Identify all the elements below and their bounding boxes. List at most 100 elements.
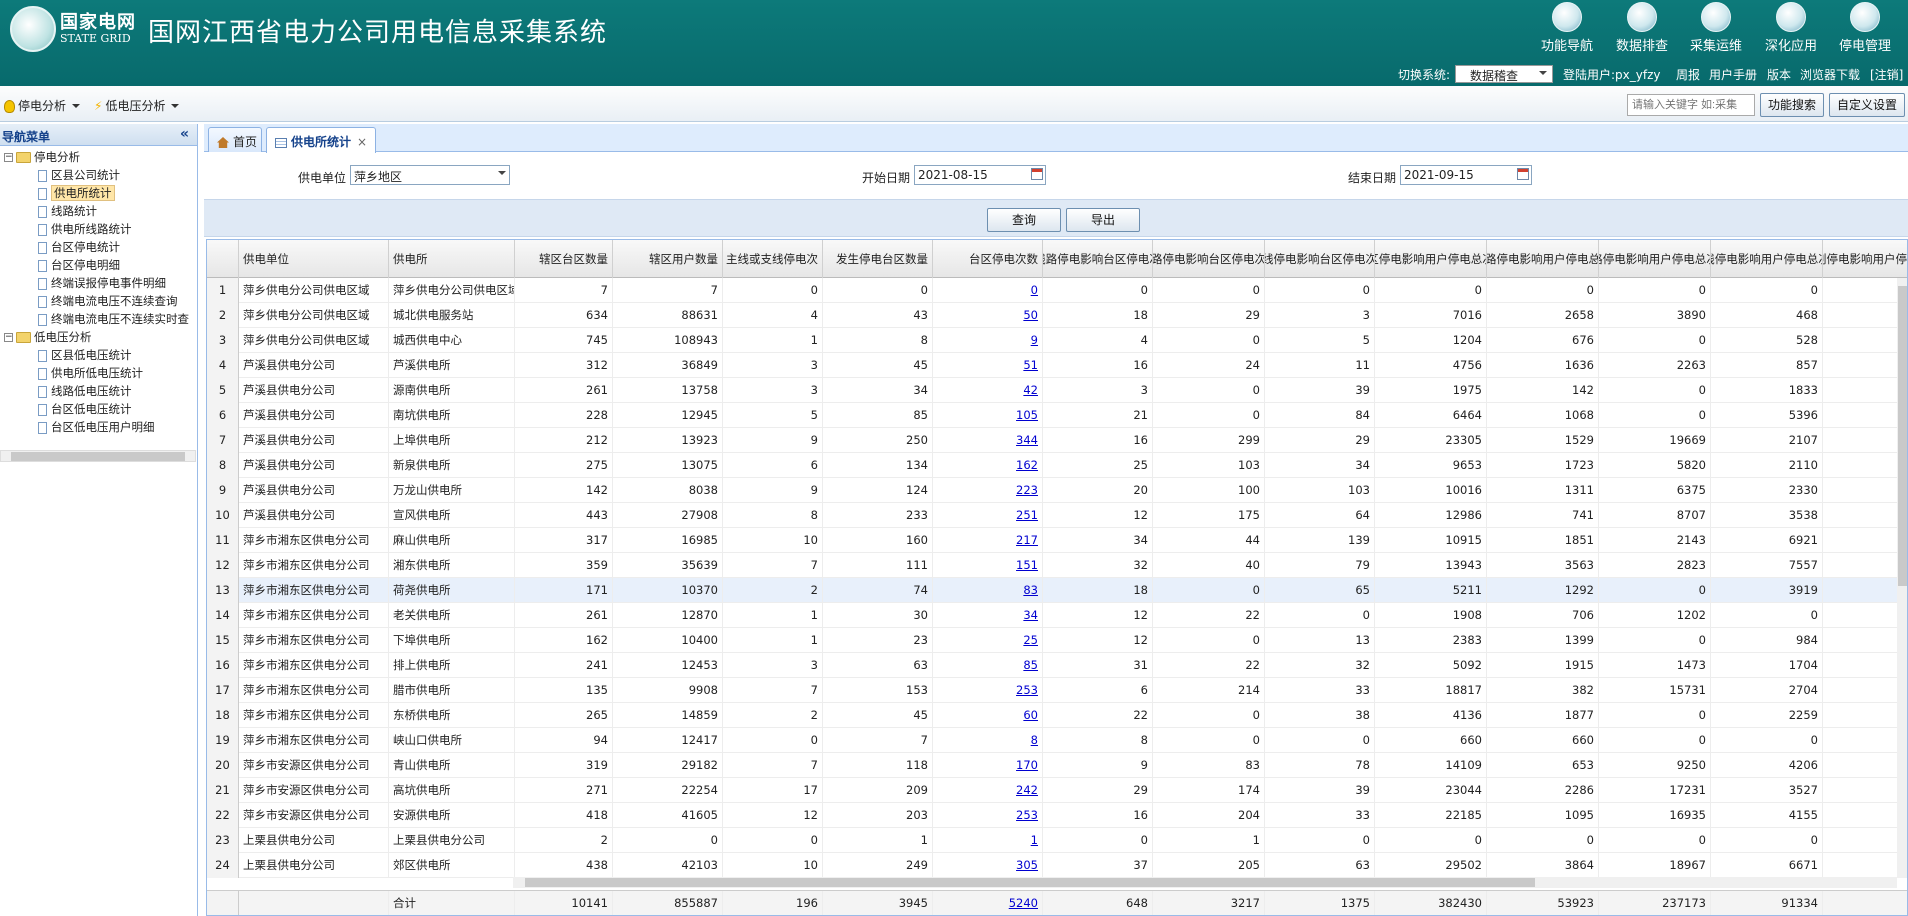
column-header[interactable]: 主线或支线停电次 bbox=[723, 240, 823, 278]
collapse-toggle-icon[interactable]: − bbox=[4, 153, 13, 162]
topnav-deep-app[interactable]: 深化应用 bbox=[1756, 2, 1826, 54]
topnav-data-check[interactable]: 数据排查 bbox=[1607, 2, 1677, 54]
table-row[interactable]: 7 芦溪县供电分公司 上埠供电所 212 13923 9 250 344 16 299 29 2330… bbox=[207, 428, 1907, 453]
table-row[interactable]: 22 萍乡市安源区供电分公司 安源供电所 418 41605 12 203 253 16 204 3… bbox=[207, 803, 1907, 828]
outage-count-link[interactable]: 25 bbox=[1023, 633, 1038, 647]
sidebar-scrollbar[interactable] bbox=[0, 450, 196, 462]
topnav-outage-mgmt[interactable]: 停电管理 bbox=[1830, 2, 1900, 54]
tree-item[interactable]: 台区停电明细 bbox=[38, 257, 120, 273]
table-row[interactable]: 16 萍乡市湘东区供电分公司 排上供电所 241 12453 3 63 85 31 22 32 509… bbox=[207, 653, 1907, 678]
tab-station-stats[interactable]: 供电所统计 × bbox=[266, 127, 376, 153]
tree-item[interactable]: 终端误报停电事件明细 bbox=[38, 275, 166, 291]
column-header[interactable]: 非线路停电影响台区停电次数 bbox=[1043, 240, 1153, 278]
table-row[interactable]: 6 芦溪县供电分公司 南坑供电所 228 12945 5 85 105 21 0 84 6464 106… bbox=[207, 403, 1907, 428]
column-header[interactable]: 供电单位 bbox=[239, 240, 389, 278]
table-row[interactable]: 10 芦溪县供电分公司 宣风供电所 443 27908 8 233 251 12 175 64 129… bbox=[207, 503, 1907, 528]
outage-count-link[interactable]: 305 bbox=[1016, 858, 1038, 872]
user-manual-link[interactable]: 用户手册 bbox=[1709, 66, 1757, 83]
column-header[interactable] bbox=[207, 240, 239, 278]
tree-folder[interactable]: − 低电压分析 bbox=[4, 329, 92, 345]
topnav-function-nav[interactable]: 功能导航 bbox=[1532, 2, 1602, 54]
tree-item[interactable]: 供电所线路统计 bbox=[38, 221, 132, 237]
export-button[interactable]: 导出 bbox=[1066, 208, 1140, 232]
end-date-input[interactable]: 2021-09-15 bbox=[1400, 165, 1532, 185]
outage-count-link[interactable]: 170 bbox=[1016, 758, 1038, 772]
table-row[interactable]: 19 萍乡市湘东区供电分公司 峡山口供电所 94 12417 0 7 8 8 0 0 660 660 0 0 bbox=[207, 728, 1907, 753]
outage-count-link[interactable]: 223 bbox=[1016, 483, 1038, 497]
column-header[interactable]: 计划停电影响用户停电总次 bbox=[1823, 240, 1907, 278]
outage-count-link[interactable]: 162 bbox=[1016, 458, 1038, 472]
table-row[interactable]: 12 萍乡市湘东区供电分公司 湘东供电所 359 35639 7 111 151 32 40 79 1… bbox=[207, 553, 1907, 578]
tree-folder[interactable]: − 停电分析 bbox=[4, 149, 80, 165]
low-voltage-menu[interactable]: ⚡ 低电压分析 bbox=[94, 97, 180, 114]
tree-item[interactable]: 线路低电压统计 bbox=[38, 383, 132, 399]
table-row[interactable]: 14 萍乡市湘东区供电分公司 老关供电所 261 12870 1 30 34 12 22 0 1908… bbox=[207, 603, 1907, 628]
table-row[interactable]: 9 芦溪县供电分公司 万龙山供电所 142 8038 9 124 223 20 100 103 100… bbox=[207, 478, 1907, 503]
logout-link[interactable]: [注销] bbox=[1870, 66, 1903, 83]
column-header[interactable]: 线路停电影响用户停电总次数 bbox=[1599, 240, 1711, 278]
tab-home[interactable]: 首页 bbox=[208, 127, 262, 152]
browser-download-link[interactable]: 浏览器下载 bbox=[1800, 66, 1860, 83]
query-button[interactable]: 查询 bbox=[987, 208, 1061, 232]
outage-count-link[interactable]: 0 bbox=[1031, 283, 1038, 297]
unit-select[interactable]: 萍乡地区 bbox=[350, 165, 510, 185]
outage-count-link[interactable]: 9 bbox=[1031, 333, 1038, 347]
table-row[interactable]: 4 芦溪县供电分公司 芦溪供电所 312 36849 3 45 51 16 24 11 4756 163… bbox=[207, 353, 1907, 378]
outage-analysis-menu[interactable]: 停电分析 bbox=[4, 97, 81, 114]
table-row[interactable]: 23 上栗县供电分公司 上栗县供电分公司 2 0 0 1 1 0 1 0 0 0 0 0 bbox=[207, 828, 1907, 853]
tree-item[interactable]: 台区停电统计 bbox=[38, 239, 120, 255]
total-outage-link[interactable]: 5240 bbox=[1009, 896, 1038, 910]
outage-count-link[interactable]: 242 bbox=[1016, 783, 1038, 797]
outage-count-link[interactable]: 105 bbox=[1016, 408, 1038, 422]
collapse-toggle-icon[interactable]: − bbox=[4, 333, 13, 342]
custom-settings-button[interactable]: 自定义设置 bbox=[1829, 93, 1905, 117]
column-header[interactable]: 非线路停电影响用户停电总次数 bbox=[1487, 240, 1599, 278]
table-row[interactable]: 18 萍乡市湘东区供电分公司 东桥供电所 265 14859 2 45 60 22 0 38 4136… bbox=[207, 703, 1907, 728]
column-header[interactable]: 线路停电影响台区停电次数 bbox=[1153, 240, 1265, 278]
outage-count-link[interactable]: 85 bbox=[1023, 658, 1038, 672]
grid-vertical-scrollbar[interactable] bbox=[1897, 278, 1907, 878]
outage-count-link[interactable]: 60 bbox=[1023, 708, 1038, 722]
table-row[interactable]: 21 萍乡市安源区供电分公司 高坑供电所 271 22254 17 209 242 29 174 3… bbox=[207, 778, 1907, 803]
table-row[interactable]: 15 萍乡市湘东区供电分公司 下埠供电所 162 10400 1 23 25 12 0 13 2383… bbox=[207, 628, 1907, 653]
tree-item[interactable]: 区县公司统计 bbox=[38, 167, 120, 183]
column-header[interactable]: 台区停电次数 bbox=[933, 240, 1043, 278]
column-header[interactable]: 辖区用户数量 bbox=[613, 240, 723, 278]
tree-item[interactable]: 供电所统计 bbox=[38, 185, 115, 201]
outage-count-link[interactable]: 1 bbox=[1031, 833, 1038, 847]
tree-item[interactable]: 台区低电压用户明细 bbox=[38, 419, 155, 435]
tree-item[interactable]: 供电所低电压统计 bbox=[38, 365, 143, 381]
close-icon[interactable]: × bbox=[357, 135, 367, 149]
table-row[interactable]: 5 芦溪县供电分公司 源南供电所 261 13758 3 34 42 3 0 39 1975 142 0 1… bbox=[207, 378, 1907, 403]
table-row[interactable]: 20 萍乡市安源区供电分公司 青山供电所 319 29182 7 118 170 9 83 78 14… bbox=[207, 753, 1907, 778]
column-header[interactable]: 发生停电台区数量 bbox=[823, 240, 933, 278]
outage-count-link[interactable]: 253 bbox=[1016, 683, 1038, 697]
tree-item[interactable]: 区县低电压统计 bbox=[38, 347, 132, 363]
outage-count-link[interactable]: 42 bbox=[1023, 383, 1038, 397]
tree-item[interactable]: 终端电流电压不连续实时查 bbox=[38, 311, 189, 327]
table-row[interactable]: 2 萍乡供电分公司供电区域 城北供电服务站 634 88631 4 43 50 18 29 3 701… bbox=[207, 303, 1907, 328]
outage-count-link[interactable]: 253 bbox=[1016, 808, 1038, 822]
topnav-collect-ops[interactable]: 采集运维 bbox=[1681, 2, 1751, 54]
outage-count-link[interactable]: 217 bbox=[1016, 533, 1038, 547]
column-header[interactable]: 辖区台区数量 bbox=[515, 240, 613, 278]
table-row[interactable]: 1 萍乡供电分公司供电区域 萍乡供电分公司供电区域 7 7 0 0 0 0 0 0 0 0 0 0 bbox=[207, 278, 1907, 303]
table-row[interactable]: 24 上栗县供电分公司 郊区供电所 438 42103 10 249 305 37 205 63 29… bbox=[207, 853, 1907, 878]
function-search-button[interactable]: 功能搜索 bbox=[1760, 93, 1824, 117]
column-header[interactable]: 供电所 bbox=[389, 240, 515, 278]
calendar-icon[interactable] bbox=[1031, 168, 1043, 180]
outage-count-link[interactable]: 151 bbox=[1016, 558, 1038, 572]
column-header[interactable]: 支线停电影响用户停电总次数 bbox=[1711, 240, 1823, 278]
outage-count-link[interactable]: 83 bbox=[1023, 583, 1038, 597]
tree-item[interactable]: 终端电流电压不连续查询 bbox=[38, 293, 178, 309]
table-row[interactable]: 13 萍乡市湘东区供电分公司 荷尧供电所 171 10370 2 74 83 18 0 65 5211… bbox=[207, 578, 1907, 603]
version-link[interactable]: 版本 bbox=[1767, 66, 1791, 83]
start-date-input[interactable]: 2021-08-15 bbox=[914, 165, 1046, 185]
calendar-icon[interactable] bbox=[1517, 168, 1529, 180]
tree-item[interactable]: 线路统计 bbox=[38, 203, 97, 219]
tree-item[interactable]: 台区低电压统计 bbox=[38, 401, 132, 417]
column-header[interactable]: 台区停电影响用户停电总次数 bbox=[1375, 240, 1487, 278]
table-row[interactable]: 8 芦溪县供电分公司 新泉供电所 275 13075 6 134 162 25 103 34 9653… bbox=[207, 453, 1907, 478]
system-select[interactable]: 数据稽查 bbox=[1455, 65, 1553, 83]
outage-count-link[interactable]: 344 bbox=[1016, 433, 1038, 447]
